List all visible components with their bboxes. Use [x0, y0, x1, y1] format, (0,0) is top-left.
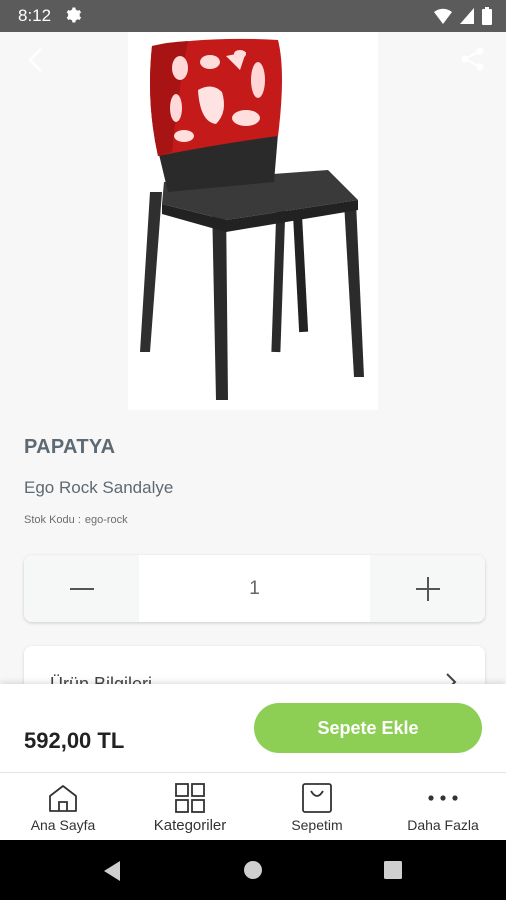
back-arrow-icon[interactable] [22, 46, 50, 74]
stock-code-label: Stok Kodu : [24, 514, 81, 526]
system-home-icon[interactable] [243, 860, 263, 880]
nav-item-categories[interactable]: Kategoriler [140, 773, 240, 841]
quantity-stepper: 1 [24, 555, 485, 622]
quantity-value[interactable]: 1 [139, 555, 370, 622]
nav-item-cart[interactable]: Sepetim [272, 773, 362, 841]
bag-icon [302, 783, 332, 813]
nav-label-more: Daha Fazla [407, 817, 479, 833]
status-icons [434, 6, 492, 26]
chair-illustration [140, 38, 364, 400]
system-recents-icon[interactable] [384, 861, 402, 879]
nav-item-more[interactable]: Daha Fazla [398, 773, 488, 841]
minus-icon [69, 587, 94, 590]
increase-quantity-button[interactable] [370, 555, 485, 622]
system-navigation-bar [0, 840, 506, 900]
product-name: Ego Rock Sandalye [24, 478, 174, 497]
decrease-quantity-button[interactable] [24, 555, 139, 622]
status-bar: 8:12 [0, 0, 506, 32]
product-image[interactable] [128, 32, 378, 410]
share-icon[interactable] [460, 46, 486, 72]
nav-item-home[interactable]: Ana Sayfa [18, 773, 108, 841]
nav-label-categories: Kategoriler [153, 817, 227, 834]
signal-icon [460, 8, 474, 24]
nav-label-cart: Sepetim [291, 817, 343, 833]
nav-label-home: Ana Sayfa [30, 817, 96, 833]
stock-code: Stok Kodu : ego-rock [24, 514, 128, 526]
bottom-navigation: Ana Sayfa Kategoriler Sepetim Daha Fazla [0, 772, 506, 841]
plus-icon [415, 576, 440, 601]
product-brand: PAPATYA [24, 436, 116, 458]
stock-code-value: ego-rock [84, 514, 128, 526]
more-icon [428, 795, 458, 801]
settings-icon [66, 7, 82, 23]
product-price: 592,00 TL [24, 728, 125, 753]
home-icon [49, 785, 77, 812]
add-to-cart-button[interactable]: Sepete Ekle [254, 703, 482, 753]
system-back-icon[interactable] [102, 860, 122, 882]
battery-icon [482, 7, 492, 25]
purchase-bar: 592,00 TL Sepete Ekle [0, 684, 506, 772]
status-time: 8:12 [18, 6, 52, 25]
grid-icon [175, 783, 205, 813]
wifi-icon [434, 8, 452, 24]
